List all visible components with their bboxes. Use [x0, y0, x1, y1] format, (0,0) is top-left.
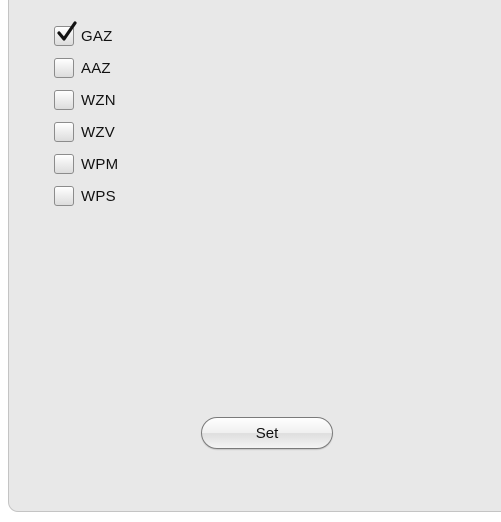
- checkbox-wzn[interactable]: WZN: [54, 84, 118, 116]
- station-checklist: GAZ AAZ WZN WZV WPM WPS: [54, 20, 118, 212]
- checkbox-gaz[interactable]: GAZ: [54, 20, 118, 52]
- checkbox-label: AAZ: [81, 59, 111, 77]
- checkbox-box[interactable]: [54, 122, 74, 142]
- checkbox-wpm[interactable]: WPM: [54, 148, 118, 180]
- checkbox-label: WPM: [81, 155, 119, 173]
- checkbox-label: GAZ: [81, 27, 113, 45]
- checkbox-box[interactable]: [54, 90, 74, 110]
- checkbox-box[interactable]: [54, 154, 74, 174]
- checkbox-box[interactable]: [54, 21, 77, 46]
- checkbox-box[interactable]: [54, 58, 74, 78]
- checkbox-aaz[interactable]: AAZ: [54, 52, 118, 84]
- settings-panel: GAZ AAZ WZN WZV WPM WPS Set: [8, 0, 501, 512]
- checkbox-box[interactable]: [54, 186, 74, 206]
- checkbox-wzv[interactable]: WZV: [54, 116, 118, 148]
- checkbox-label: WZN: [81, 91, 116, 109]
- checkbox-label: WPS: [81, 187, 116, 205]
- set-button[interactable]: Set: [201, 417, 333, 449]
- checkmark-icon: [57, 21, 77, 41]
- checkbox-label: WZV: [81, 123, 115, 141]
- checkbox-wps[interactable]: WPS: [54, 180, 118, 212]
